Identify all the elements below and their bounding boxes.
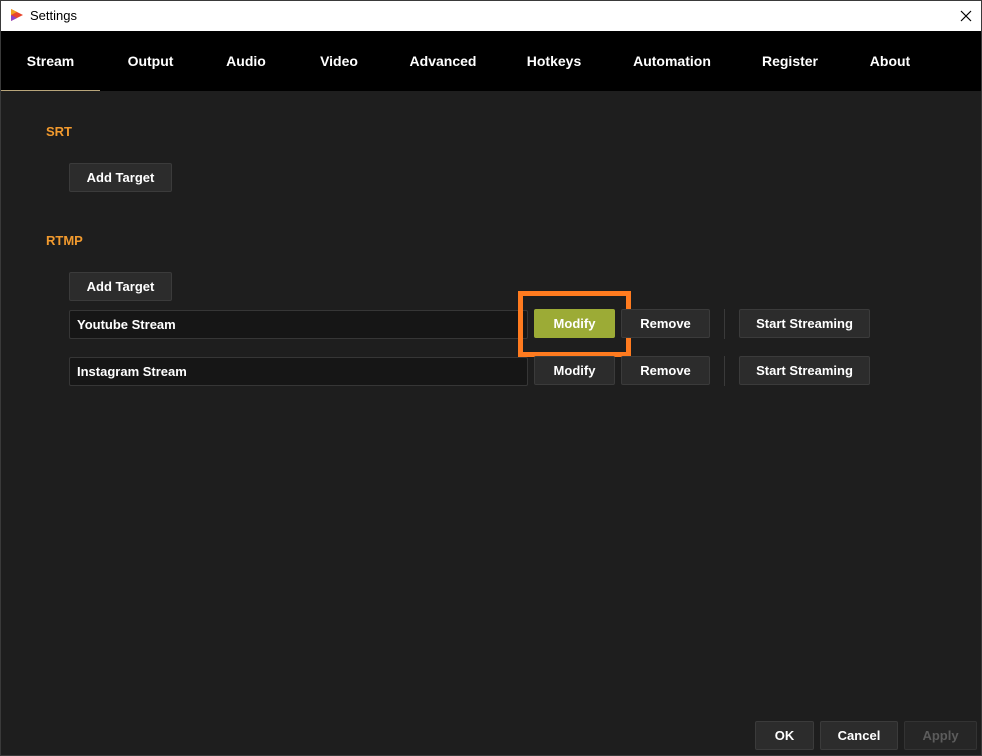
tab-about[interactable]: About — [845, 31, 935, 91]
start-streaming-button[interactable]: Start Streaming — [739, 356, 870, 385]
settings-tab-bar: Stream Output Audio Video Advanced Hotke… — [1, 31, 981, 91]
remove-button[interactable]: Remove — [621, 356, 710, 385]
tab-stream[interactable]: Stream — [1, 31, 100, 91]
title-bar: Settings — [1, 1, 981, 31]
stream-settings-panel: SRT Add Target RTMP Add Target Youtube S… — [1, 91, 981, 755]
tab-advanced[interactable]: Advanced — [393, 31, 493, 91]
srt-add-target-button[interactable]: Add Target — [69, 163, 172, 192]
remove-button[interactable]: Remove — [621, 309, 710, 338]
window-title: Settings — [30, 8, 77, 23]
tab-automation[interactable]: Automation — [617, 31, 727, 91]
tab-video[interactable]: Video — [294, 31, 384, 91]
settings-window: Settings Stream Output Audio Video Advan… — [0, 0, 982, 756]
cancel-button[interactable]: Cancel — [820, 721, 898, 750]
srt-section-title: SRT — [46, 124, 72, 139]
tab-register[interactable]: Register — [745, 31, 835, 91]
row-divider — [724, 356, 725, 386]
app-logo-icon — [11, 9, 23, 21]
start-streaming-button[interactable]: Start Streaming — [739, 309, 870, 338]
tab-output[interactable]: Output — [101, 31, 200, 91]
close-button[interactable] — [951, 1, 981, 31]
row-divider — [724, 309, 725, 339]
target-name-field: Youtube Stream — [69, 310, 528, 339]
rtmp-add-target-button[interactable]: Add Target — [69, 272, 172, 301]
ok-button[interactable]: OK — [755, 721, 814, 750]
close-icon — [960, 10, 972, 22]
rtmp-section-title: RTMP — [46, 233, 83, 248]
tab-hotkeys[interactable]: Hotkeys — [509, 31, 599, 91]
apply-button[interactable]: Apply — [904, 721, 977, 750]
tab-audio[interactable]: Audio — [201, 31, 291, 91]
modify-button[interactable]: Modify — [534, 309, 615, 338]
target-name-field: Instagram Stream — [69, 357, 528, 386]
modify-button[interactable]: Modify — [534, 356, 615, 385]
